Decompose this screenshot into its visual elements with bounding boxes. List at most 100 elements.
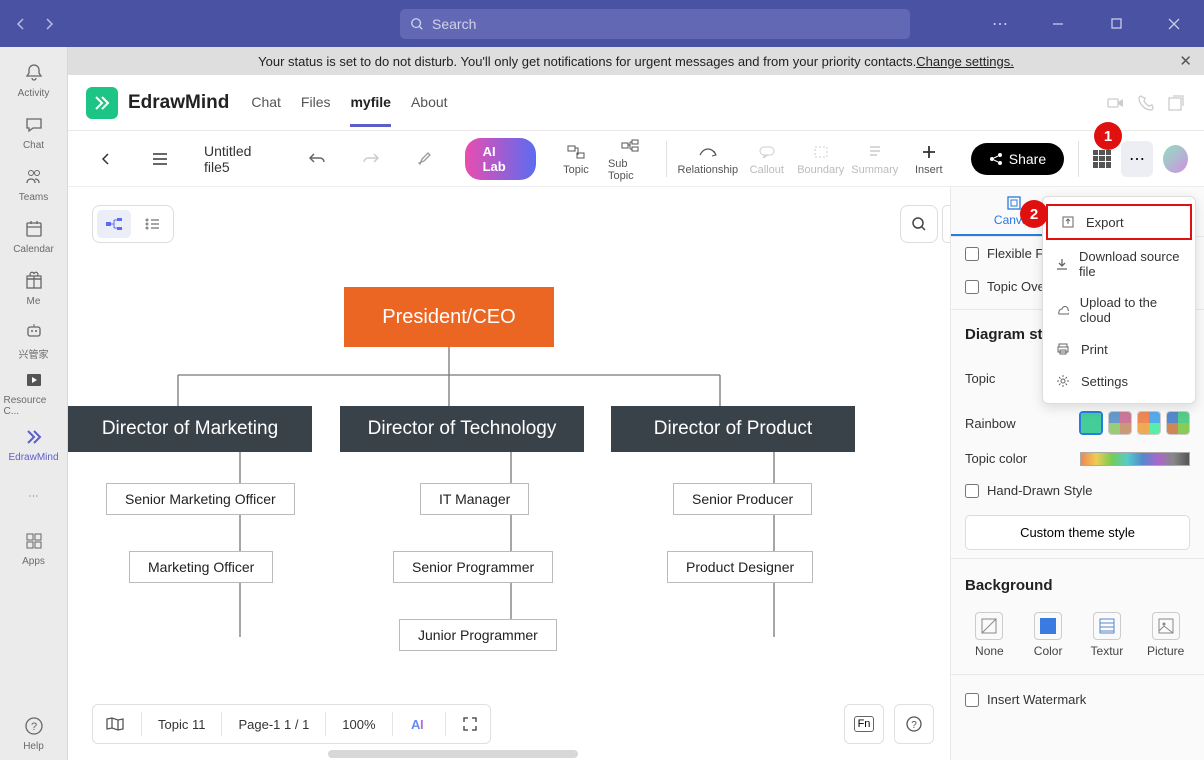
rainbow-opt[interactable] <box>1108 411 1132 435</box>
tab-myfile[interactable]: myfile <box>350 78 390 127</box>
boundary-button[interactable]: Boundary <box>799 142 843 176</box>
window-maximize[interactable] <box>1096 4 1136 44</box>
tab-files[interactable]: Files <box>301 78 331 127</box>
status-link[interactable]: Change settings. <box>916 54 1014 69</box>
rail-activity[interactable]: Activity <box>4 55 64 105</box>
svg-text:?: ? <box>30 721 36 733</box>
edrawmind-icon <box>22 425 46 449</box>
rail-me[interactable]: Me <box>4 263 64 313</box>
summary-button[interactable]: Summary <box>853 142 897 176</box>
tab-chat[interactable]: Chat <box>251 78 281 127</box>
rainbow-opt[interactable] <box>1166 411 1190 435</box>
back-button[interactable] <box>84 152 128 166</box>
rainbow-opt[interactable] <box>1079 411 1103 435</box>
bg-picture[interactable]: Picture <box>1141 612 1190 658</box>
rail-xgj[interactable]: 兴管家 <box>4 315 64 365</box>
search-icon <box>410 17 424 31</box>
relationship-button[interactable]: Relationship <box>681 142 735 176</box>
node-sub[interactable]: Senior Programmer <box>393 551 553 583</box>
rainbow-opt[interactable] <box>1137 411 1161 435</box>
dd-print[interactable]: Print <box>1043 333 1195 365</box>
map-icon[interactable] <box>105 716 125 732</box>
node-sub[interactable]: Product Designer <box>667 551 813 583</box>
node-sub[interactable]: Senior Marketing Officer <box>106 483 295 515</box>
topic-button[interactable]: Topic <box>554 142 598 176</box>
undo-button[interactable] <box>295 152 339 166</box>
page-info[interactable]: Page-1 1 / 1 <box>238 717 309 732</box>
chat-icon <box>22 113 46 137</box>
status-text: Your status is set to do not disturb. Yo… <box>258 54 916 69</box>
background-header: Background <box>951 567 1204 604</box>
more-menu-button[interactable]: ⋯ <box>1121 141 1153 177</box>
redo-button[interactable] <box>349 152 393 166</box>
filename[interactable]: Untitled file5 <box>204 143 273 175</box>
subtopic-button[interactable]: Sub Topic <box>608 136 652 182</box>
play-icon <box>22 368 46 392</box>
zoom-level[interactable]: 100% <box>342 717 375 732</box>
phone-icon[interactable] <box>1136 93 1156 113</box>
rail-edrawmind[interactable]: EdrawMind <box>4 419 64 469</box>
custom-theme-button[interactable]: Custom theme style <box>965 515 1190 550</box>
topic-color-picker[interactable] <box>1080 452 1190 466</box>
canvas[interactable]: President/CEO Director of Marketing Dire… <box>68 187 950 720</box>
tab-about[interactable]: About <box>411 78 448 127</box>
gift-icon <box>22 269 46 293</box>
rail-chat[interactable]: Chat <box>4 107 64 157</box>
titlebar-more[interactable]: ⋯ <box>980 4 1020 44</box>
title-bar: Search ⋯ <box>0 0 1204 47</box>
dd-download[interactable]: Download source file <box>1043 241 1195 287</box>
rail-more[interactable]: ⋯ <box>4 471 64 521</box>
hand-drawn-check[interactable]: Hand-Drawn Style <box>951 474 1204 507</box>
watermark-check[interactable]: Insert Watermark <box>951 683 1204 716</box>
rail-apps[interactable]: Apps <box>4 523 64 573</box>
rail-calendar[interactable]: Calendar <box>4 211 64 261</box>
horizontal-scrollbar[interactable] <box>328 750 578 758</box>
rail-resource[interactable]: Resource C... <box>4 367 64 417</box>
bg-texture[interactable]: Textur <box>1083 612 1132 658</box>
dd-settings[interactable]: Settings <box>1043 365 1195 397</box>
insert-button[interactable]: Insert <box>907 142 951 176</box>
node-root[interactable]: President/CEO <box>344 287 554 347</box>
callout-button[interactable]: Callout <box>745 142 789 176</box>
apps-icon <box>22 529 46 553</box>
dd-export[interactable]: Export <box>1046 204 1192 240</box>
node-sub[interactable]: IT Manager <box>420 483 529 515</box>
mindmap-view[interactable] <box>97 210 131 238</box>
grid-view-button[interactable] <box>1093 150 1111 168</box>
menu-button[interactable] <box>138 152 182 166</box>
callout-1: 1 <box>1094 122 1122 150</box>
fn-button[interactable]: Fn <box>844 704 884 744</box>
status-close[interactable]: ✕ <box>1179 52 1192 70</box>
nav-back[interactable] <box>10 13 32 35</box>
app-logo <box>86 87 118 119</box>
rail-help[interactable]: ?Help <box>4 708 64 758</box>
canvas-search[interactable] <box>900 205 938 243</box>
popout-icon[interactable] <box>1166 93 1186 113</box>
node-sub[interactable]: Junior Programmer <box>399 619 557 651</box>
bg-color[interactable]: Color <box>1024 612 1073 658</box>
fullscreen-icon[interactable] <box>462 716 478 732</box>
window-minimize[interactable] <box>1038 4 1078 44</box>
outline-view[interactable] <box>135 210 169 238</box>
bg-none[interactable]: None <box>965 612 1014 658</box>
brush-button[interactable] <box>403 151 447 167</box>
video-icon[interactable] <box>1106 93 1126 113</box>
calendar-icon <box>22 217 46 241</box>
search-input[interactable]: Search <box>400 9 910 39</box>
left-rail: Activity Chat Teams Calendar Me 兴管家 Reso… <box>0 47 68 760</box>
node-sub[interactable]: Senior Producer <box>673 483 812 515</box>
ai-icon[interactable]: AI <box>409 716 429 732</box>
node-dir-marketing[interactable]: Director of Marketing <box>68 406 312 452</box>
node-dir-technology[interactable]: Director of Technology <box>340 406 584 452</box>
node-dir-product[interactable]: Director of Product <box>611 406 855 452</box>
help-button[interactable]: ? <box>894 704 934 744</box>
nav-forward[interactable] <box>38 13 60 35</box>
share-button[interactable]: Share <box>971 143 1064 175</box>
node-sub[interactable]: Marketing Officer <box>129 551 273 583</box>
ailab-button[interactable]: AI Lab <box>465 138 536 180</box>
dd-upload[interactable]: Upload to the cloud <box>1043 287 1195 333</box>
status-bar: Your status is set to do not disturb. Yo… <box>68 47 1204 75</box>
user-avatar[interactable] <box>1163 145 1188 173</box>
window-close[interactable] <box>1154 4 1194 44</box>
rail-teams[interactable]: Teams <box>4 159 64 209</box>
